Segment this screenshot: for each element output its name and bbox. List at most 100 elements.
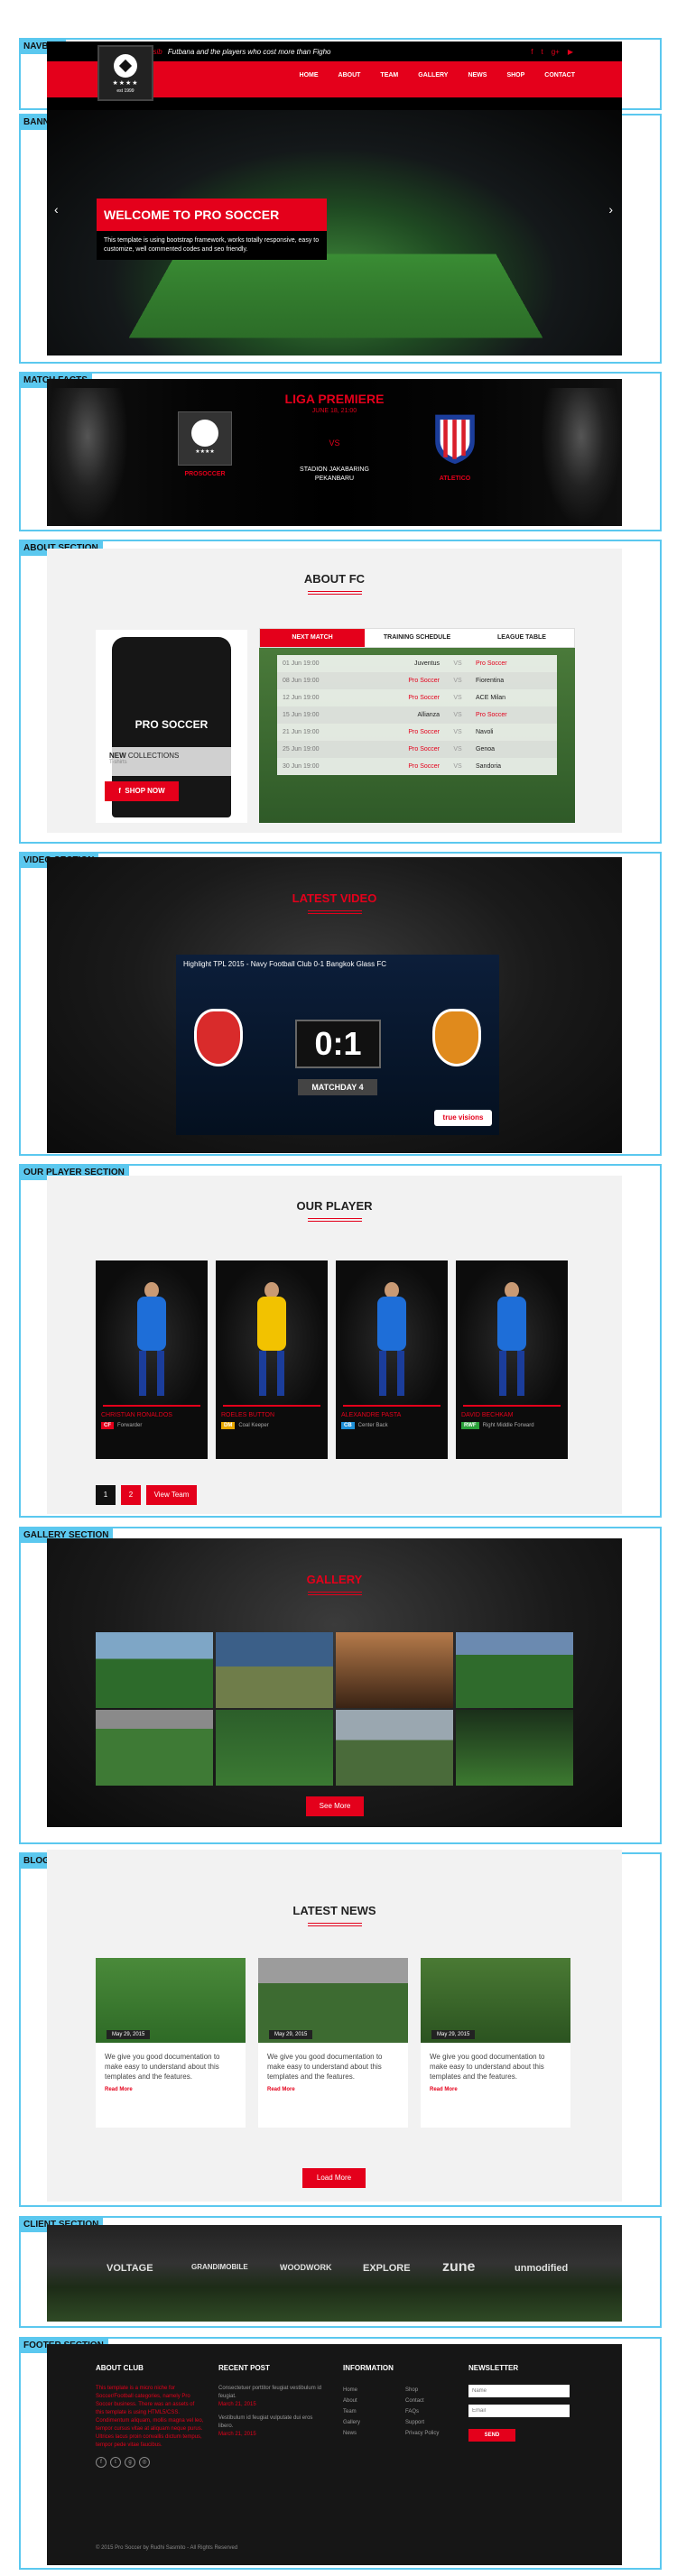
read-more-link[interactable]: Read More (421, 2087, 570, 2092)
player-card[interactable]: CHRISTIAN RONALDOS CF Forwarder (96, 1260, 208, 1459)
merch-promo: PRO SOCCER NEW COLLECTIONS T-shirts f SH… (96, 630, 247, 823)
recent-post[interactable]: Consectetuer porttitor feugiat vestibulu… (218, 2385, 327, 2409)
copyright: © 2015 Pro Soccer by Rudhi Sasmito - All… (96, 2545, 237, 2551)
shirt-text: PRO SOCCER (112, 718, 231, 731)
venue-stadium: STADION JAKABARING (47, 466, 622, 475)
footer-link[interactable]: Privacy Policy (405, 2428, 439, 2439)
footer-link[interactable]: About (343, 2396, 360, 2406)
instagram-icon[interactable]: ◎ (139, 2457, 150, 2468)
news-image[interactable]: May 29, 2015 (421, 1958, 570, 2043)
footer-link[interactable]: Team (343, 2406, 360, 2417)
player-card[interactable]: ROELES BUTTON DM Coal Keeper (216, 1260, 328, 1459)
client-section: VOLTAGE GRANDIMOBILE WOODWORK EXPLORE zu… (47, 2225, 622, 2322)
client-logo[interactable]: EXPLORE (363, 2263, 411, 2274)
position-label: Coal Keeper (238, 1423, 268, 1428)
footer-recent-title: RECENT POST (218, 2364, 327, 2372)
match-facts: LIGA PREMIERE JUNE 18, 21:00 VS STADION … (47, 379, 622, 526)
news-image[interactable]: May 29, 2015 (96, 1958, 246, 2043)
load-more-button[interactable]: Load More (302, 2168, 366, 2188)
news-card: May 29, 2015 We give you good documentati… (96, 1958, 246, 2128)
twitter-icon[interactable]: t (541, 48, 543, 56)
match-date: 15 Jun 19:00 (277, 712, 367, 718)
footer-link[interactable]: Home (343, 2385, 360, 2396)
gallery-image[interactable] (96, 1632, 213, 1708)
twitter-icon[interactable]: t (110, 2457, 121, 2468)
facebook-icon[interactable]: f (96, 2457, 107, 2468)
home-team: Pro Soccer (367, 729, 440, 735)
recent-post[interactable]: Vestibulum id feugiat vulputate dui eros… (218, 2414, 327, 2439)
page-1-button[interactable]: 1 (96, 1485, 116, 1505)
name-input[interactable] (468, 2385, 570, 2397)
footer-link[interactable]: News (343, 2428, 360, 2439)
player-photo (456, 1260, 568, 1405)
schedule-row: 21 Jun 19:00 Pro Soccer VS Navoli (277, 724, 557, 741)
match-venue: STADION JAKABARING PEKANBARU (47, 466, 622, 484)
player-position: RWF Right Middle Forward (456, 1420, 568, 1431)
news-ticker[interactable]: Persib Futbana and the players who cost … (142, 48, 330, 56)
youtube-icon[interactable]: ▶ (568, 48, 573, 56)
news-title: LATEST NEWS (47, 1904, 622, 1924)
google-plus-icon[interactable]: g+ (552, 48, 560, 56)
footer: ABOUT CLUB This template is a micro nich… (47, 2344, 622, 2565)
google-icon[interactable]: g (125, 2457, 135, 2468)
collection-title: NEW (109, 752, 126, 760)
soccer-ball-icon (114, 54, 137, 78)
menu-home[interactable]: HOME (300, 72, 319, 78)
gallery-image[interactable] (96, 1710, 213, 1786)
menu-news[interactable]: NEWS (468, 72, 487, 78)
gallery-image[interactable] (456, 1632, 573, 1708)
gallery-image[interactable] (456, 1710, 573, 1786)
menu-shop[interactable]: SHOP (506, 72, 524, 78)
prev-slide-icon[interactable]: ‹ (54, 202, 59, 217)
menu-team[interactable]: TEAM (380, 72, 398, 78)
news-excerpt: We give you good documentation to make e… (421, 2043, 570, 2087)
client-logo[interactable]: VOLTAGE (107, 2263, 153, 2274)
home-club-name: PROSOCCER (169, 471, 241, 477)
footer-link[interactable]: FAQs (405, 2406, 439, 2417)
player-card[interactable]: DAVID BECHKAM RWF Right Middle Forward (456, 1260, 568, 1459)
see-more-button[interactable]: See More (306, 1796, 364, 1816)
footer-about-text: This template is a micro niche for Socce… (96, 2385, 204, 2450)
next-slide-icon[interactable]: › (608, 202, 613, 217)
menu-about[interactable]: ABOUT (338, 72, 361, 78)
facebook-icon[interactable]: f (531, 48, 533, 56)
gallery-image[interactable] (216, 1710, 333, 1786)
view-team-button[interactable]: View Team (146, 1485, 197, 1505)
client-logo[interactable]: unmodified (515, 2263, 568, 2274)
shop-now-button[interactable]: f SHOP NOW (105, 781, 179, 801)
tab-training-schedule[interactable]: TRAINING SCHEDULE (365, 629, 469, 647)
players-section: OUR PLAYER CHRISTIAN RONALDOS CF Forwarder… (47, 1176, 622, 1514)
read-more-link[interactable]: Read More (96, 2087, 246, 2092)
gallery-image[interactable] (336, 1710, 453, 1786)
away-team: Navoli (476, 729, 557, 735)
tab-next-match[interactable]: NEXT MATCH (260, 629, 365, 647)
client-logo[interactable]: WOODWORK (280, 2263, 332, 2272)
player-card[interactable]: ALEXANDRE PASTA CB Center Back (336, 1260, 448, 1459)
position-badge: DM (221, 1422, 235, 1429)
read-more-link[interactable]: Read More (258, 2087, 408, 2092)
client-logo[interactable]: GRANDIMOBILE (191, 2263, 248, 2271)
shop-now-label: SHOP NOW (125, 787, 164, 795)
menu-gallery[interactable]: GALLERY (418, 72, 448, 78)
client-logo[interactable]: zune (442, 2259, 475, 2276)
gallery-image[interactable] (216, 1632, 333, 1708)
about-title: ABOUT FC (47, 572, 622, 592)
position-label: Forwarder (117, 1423, 142, 1428)
schedule-row: 12 Jun 19:00 Pro Soccer VS ACE Milan (277, 689, 557, 706)
footer-link[interactable]: Support (405, 2417, 439, 2428)
page-2-button[interactable]: 2 (121, 1485, 141, 1505)
video-player[interactable]: Highlight TPL 2015 - Navy Football Club … (176, 955, 499, 1135)
gallery-image[interactable] (336, 1632, 453, 1708)
footer-link[interactable]: Gallery (343, 2417, 360, 2428)
footer-link[interactable]: Shop (405, 2385, 439, 2396)
club-logo[interactable]: ★★★★ est 1999 (97, 45, 153, 101)
send-button[interactable]: SEND (468, 2429, 515, 2442)
tab-league-table[interactable]: LEAGUE TABLE (469, 629, 574, 647)
email-input[interactable] (468, 2405, 570, 2417)
video-section: LATEST VIDEO Highlight TPL 2015 - Navy F… (47, 857, 622, 1153)
news-image[interactable]: May 29, 2015 (258, 1958, 408, 2043)
footer-link[interactable]: Contact (405, 2396, 439, 2406)
news-excerpt: We give you good documentation to make e… (96, 2043, 246, 2087)
menu-contact[interactable]: CONTACT (544, 72, 575, 78)
player-position: CB Center Back (336, 1420, 448, 1431)
